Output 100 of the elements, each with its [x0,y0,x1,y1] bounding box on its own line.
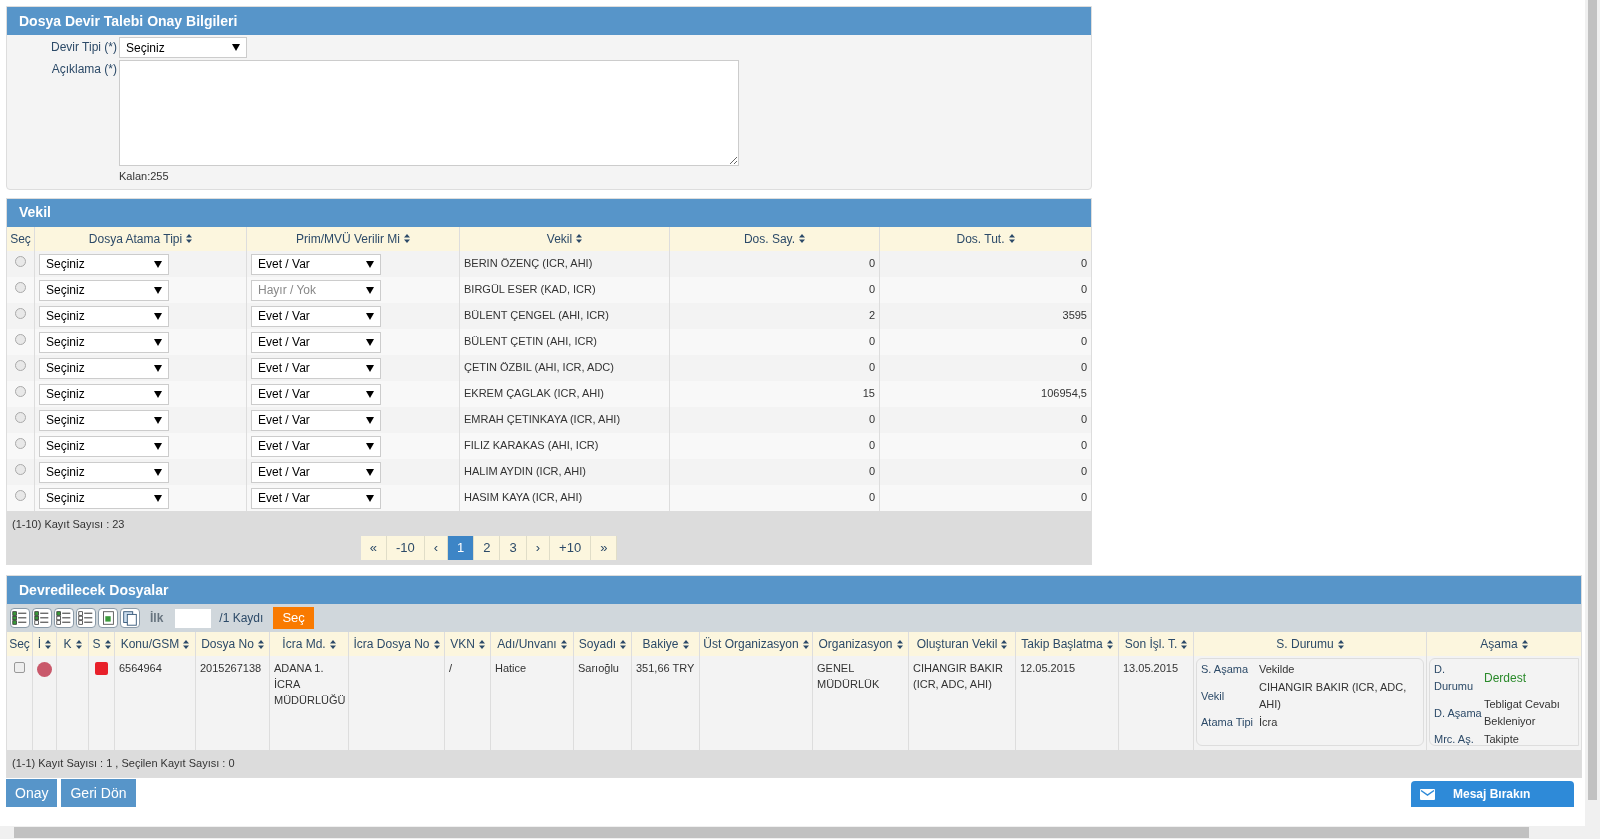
table-cell: 15 [862,386,875,399]
detail-value: Derdest [1484,669,1528,687]
radio-button[interactable] [15,411,26,423]
caret-icon [366,260,374,268]
page-button[interactable]: +10 [550,536,592,560]
sort-icon [1008,234,1015,243]
table-cell: 0 [1080,438,1087,451]
horizontal-scrollbar[interactable] [0,826,1600,839]
dropdown[interactable]: Evet / Var [251,461,381,483]
radio-button[interactable] [15,255,26,267]
dropdown[interactable]: Seçiniz [119,37,247,58]
dropdown[interactable]: Evet / Var [251,357,381,379]
page-field[interactable] [175,608,212,628]
table-cell: BIRGÜL ESER (KAD, ICR) [464,282,596,295]
column-header[interactable]: Dos. Tut. [880,226,1091,251]
message-button[interactable]: Mesaj Bırakın [1411,781,1574,807]
page-button[interactable]: 3 [500,536,527,560]
page-button[interactable]: › [526,536,551,560]
checklist-icon[interactable] [32,608,52,628]
field-label: Devir Tipi (*) [50,39,118,56]
detail-value: Takipte [1484,732,1520,747]
checklist-icon[interactable] [76,608,96,628]
radio-button[interactable] [15,385,26,397]
detail-value: İcra [1259,715,1279,730]
dropdown[interactable]: Hayır / Yok [251,279,381,301]
sort-icon [1337,639,1344,649]
table-cell: CIHANGIR BAKIR (ICR, ADC, AHI) [913,662,1003,690]
dropdown[interactable]: Evet / Var [251,383,381,405]
page-button[interactable]: » [591,536,618,560]
page-button[interactable]: 2 [474,536,501,560]
table-cell: 0 [868,360,875,373]
dropdown[interactable]: Seçiniz [39,461,169,483]
excel-icon[interactable] [98,608,118,628]
field-label: İlk [150,610,164,627]
dropdown[interactable]: Seçiniz [39,305,169,327]
caret-icon [366,390,374,398]
checklist-icon[interactable] [10,608,30,628]
table-cell: 106954,5 [1041,386,1087,399]
column-header[interactable]: Dos. Say. [670,226,880,251]
detail-label: Atama Tipi [1201,715,1254,730]
dropdown[interactable]: Evet / Var [251,409,381,431]
column-header[interactable]: Prim/MVÜ Verilir Mi [247,226,460,251]
table-cell: 0 [1080,334,1087,347]
dropdown[interactable]: Seçiniz [39,357,169,379]
radio-button[interactable] [15,307,26,319]
description-field[interactable] [119,60,739,166]
page-button[interactable]: « [360,536,387,560]
dropdown[interactable]: Seçiniz [39,253,169,275]
table-cell: 0 [868,282,875,295]
page-button[interactable]: 1 [448,536,475,560]
copy-icon[interactable] [120,608,140,628]
sort-icon [186,234,193,243]
sort-icon [802,639,809,649]
panel-header: Vekil [7,198,1091,227]
dropdown[interactable]: Evet / Var [251,331,381,353]
column-header[interactable]: Dosya Atama Tipi [35,226,247,251]
caret-icon [154,260,162,268]
table-cell: BERIN ÖZENÇ (ICR, AHI) [464,256,593,269]
dropdown[interactable]: Seçiniz [39,331,169,353]
table-cell: HASIM KAYA (ICR, AHI) [464,490,583,503]
sort-icon [404,234,410,243]
vertical-scrollbar[interactable] [1585,0,1600,826]
page-total: /1 Kaydı [219,610,264,627]
dropdown[interactable]: Seçiniz [39,435,169,457]
dropdown[interactable]: Evet / Var [251,305,381,327]
checkbox[interactable] [14,662,25,673]
page-button[interactable]: -10 [386,536,425,560]
table-cell: 12.05.2015 [1020,662,1076,674]
dropdown[interactable]: Evet / Var [251,435,381,457]
detail-label: Vekil [1201,688,1226,704]
radio-button[interactable] [15,359,26,371]
sort-icon [183,639,190,649]
radio-button[interactable] [15,437,26,449]
sort-icon [1001,639,1008,649]
radio-button[interactable] [15,489,26,501]
column-header[interactable]: Aşama [1427,632,1581,656]
checklist-icon[interactable] [54,608,74,628]
radio-button[interactable] [15,463,26,475]
remaining-count: Kalan:255 [119,169,170,184]
dropdown[interactable]: Seçiniz [39,383,169,405]
dropdown[interactable]: Evet / Var [251,487,381,509]
sort-icon [896,639,903,649]
dropdown[interactable]: Seçiniz [39,279,169,301]
caret-icon [366,286,374,294]
column-header[interactable]: Vekil [460,226,670,251]
dropdown[interactable]: Evet / Var [251,253,381,275]
sort-icon [104,639,111,649]
sort-icon [576,234,583,243]
dropdown[interactable]: Seçiniz [39,409,169,431]
radio-button[interactable] [15,281,26,293]
caret-icon [154,286,162,294]
page-button[interactable]: ‹ [424,536,448,560]
table-cell: 0 [868,490,875,503]
dropdown[interactable]: Seçiniz [39,487,169,509]
table-cell: 0 [1080,412,1087,425]
column-header[interactable]: Seç [7,226,35,251]
mail-icon [1419,788,1435,800]
panel-header: Dosya Devir Talebi Onay Bilgileri [7,7,1091,35]
table-cell: FILIZ KARAKAS (AHI, ICR) [464,438,599,451]
radio-button[interactable] [15,333,26,345]
